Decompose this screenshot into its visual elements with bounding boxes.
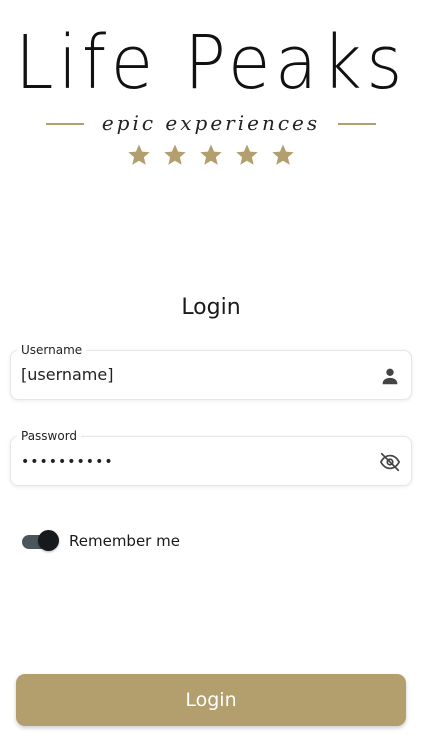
tagline-divider-right xyxy=(338,123,376,125)
star-icon xyxy=(127,143,151,167)
login-button[interactable]: Login xyxy=(16,674,406,726)
tagline-divider-left xyxy=(46,123,84,125)
brand-title: Life Peaks xyxy=(15,20,407,106)
brand-tagline: epic experiences xyxy=(101,111,321,135)
star-icon xyxy=(235,143,259,167)
password-field[interactable]: Password •••••••••• xyxy=(10,428,412,486)
eye-off-icon[interactable] xyxy=(379,451,401,473)
tagline-row: epic experiences xyxy=(46,110,376,136)
star-rating xyxy=(0,143,422,171)
star-icon xyxy=(163,143,187,167)
password-input[interactable]: •••••••••• xyxy=(21,451,371,473)
remember-me-toggle[interactable] xyxy=(22,530,59,551)
page-title: Login xyxy=(181,295,241,320)
username-label: Username xyxy=(17,342,87,358)
brand-logo: Life Peaks epic experiences xyxy=(0,0,422,175)
toggle-knob xyxy=(38,530,59,551)
username-field[interactable]: Username xyxy=(10,342,412,400)
star-icon xyxy=(199,143,223,167)
password-label: Password xyxy=(17,428,82,444)
star-icon xyxy=(271,143,295,167)
person-icon xyxy=(379,365,401,387)
remember-me-label: Remember me xyxy=(69,532,180,550)
username-input[interactable] xyxy=(21,364,371,386)
